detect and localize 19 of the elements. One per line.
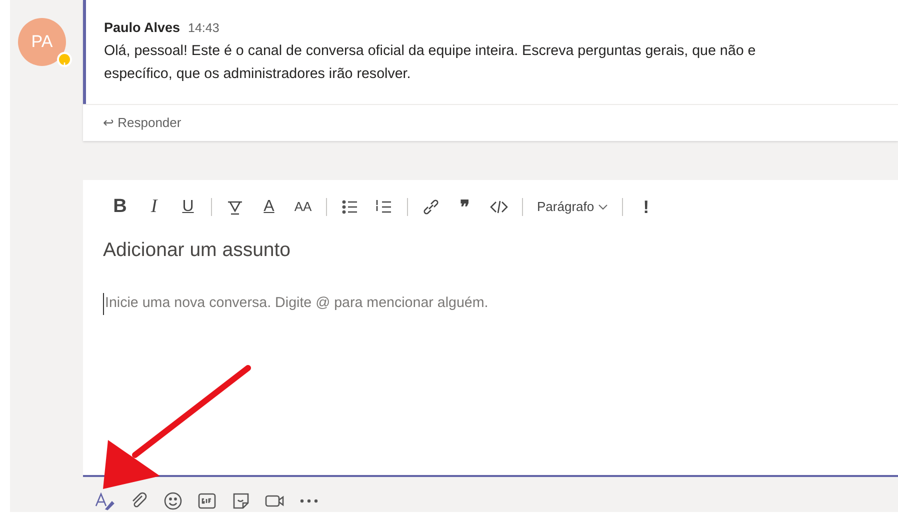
author-name: Paulo Alves: [104, 20, 180, 35]
font-color-button[interactable]: A: [252, 195, 286, 219]
timestamp: 14:43: [188, 21, 220, 35]
message-text: Olá, pessoal! Este é o canal de conversa oficial da equipe inteira. Escreva perguntas gerais, que não e: [104, 42, 757, 61]
reply-button[interactable]: ↩ Responder: [83, 104, 898, 140]
bold-button[interactable]: B: [103, 195, 137, 219]
gif-icon[interactable]: [196, 491, 218, 511]
underline-button[interactable]: U: [171, 195, 205, 219]
format-icon[interactable]: [94, 491, 116, 511]
message-field[interactable]: Inicie uma nova conversa. Digite @ para mencionar alguém.: [103, 293, 878, 315]
message-text: específico, que os administradores irão resolver.: [104, 65, 412, 84]
emoji-icon[interactable]: [162, 491, 184, 511]
quote-button[interactable]: ❞: [448, 195, 482, 219]
paragraph-dropdown[interactable]: Parágrafo: [529, 195, 616, 219]
important-button[interactable]: !: [629, 195, 664, 219]
subject-field[interactable]: Adicionar um assunto: [103, 236, 878, 266]
chevron-down-icon: [598, 204, 608, 210]
italic-button[interactable]: I: [137, 195, 171, 219]
font-size-button[interactable]: AA: [286, 195, 320, 219]
